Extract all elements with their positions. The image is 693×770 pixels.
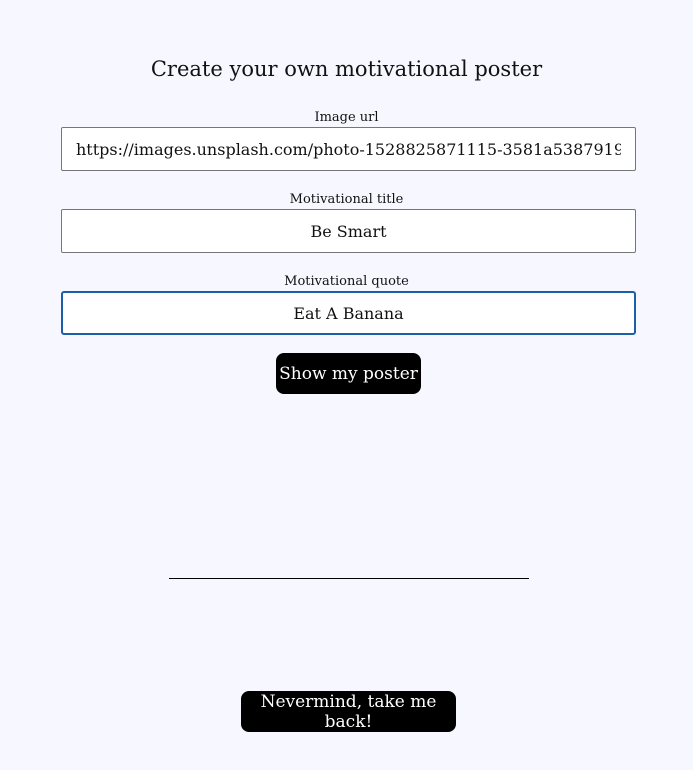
page-title: Create your own motivational poster — [150, 57, 543, 81]
motivational-title-input[interactable] — [61, 209, 636, 253]
image-url-label: Image url — [314, 110, 379, 125]
motivational-quote-label: Motivational quote — [284, 274, 409, 289]
poster-divider — [169, 578, 529, 579]
motivational-title-label: Motivational title — [289, 192, 404, 207]
poster-form-page: Create your own motivational poster Imag… — [0, 0, 693, 770]
back-button[interactable]: Nevermind, take me back! — [241, 691, 456, 732]
image-url-input[interactable] — [61, 127, 636, 171]
show-poster-button[interactable]: Show my poster — [276, 353, 421, 394]
motivational-quote-input[interactable] — [61, 291, 636, 335]
